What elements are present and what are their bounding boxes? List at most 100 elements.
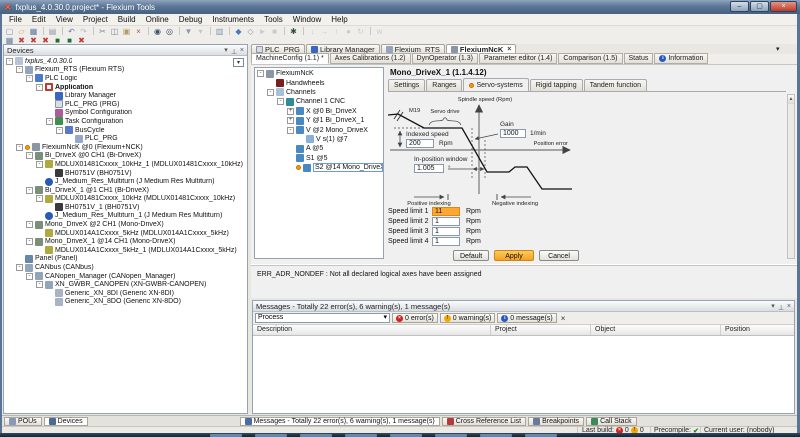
tree-item[interactable]: -PLC Logic — [4, 74, 247, 83]
tree-item[interactable]: S2 @14 Mono_DriveX_1 — [255, 163, 383, 172]
collapse-icon[interactable]: - — [26, 152, 33, 159]
find-next-icon[interactable]: ◎ — [164, 27, 175, 36]
view-tab-dynoperator-1-3-[interactable]: DynOperator (1.3) — [412, 53, 478, 64]
toggle-breakpoint-icon[interactable]: ● — [343, 27, 354, 36]
tree-item[interactable]: -MDLUX01481Cxxxx_10kHz (MDLUX01481Cxxxx_… — [4, 195, 247, 204]
close-button[interactable]: × — [770, 1, 797, 12]
collapse-icon[interactable]: - — [26, 273, 33, 280]
menu-edit[interactable]: Edit — [27, 15, 51, 24]
start-icon[interactable]: ► — [257, 27, 268, 36]
speed-limit-1-field[interactable]: 11 — [432, 207, 460, 216]
collapse-icon[interactable]: - — [287, 127, 294, 134]
tree-item[interactable]: Handwheels — [255, 78, 383, 87]
bottom-tab-pou[interactable]: POUs — [4, 417, 42, 426]
instruments-wrench-icon[interactable]: ✱ — [288, 27, 299, 36]
collapse-icon[interactable]: - — [6, 58, 13, 65]
collapse-icon[interactable]: - — [56, 127, 63, 134]
tree-item[interactable]: MDLUX014A1Cxxxx_5kHz_1 (MDLUX014A1Cxxxx_… — [4, 246, 247, 255]
in-position-window-field[interactable]: 1.005 — [414, 164, 444, 173]
build-options-icon[interactable]: ▾ — [195, 27, 206, 36]
collapse-icon[interactable]: - — [16, 144, 23, 151]
tree-item[interactable]: BH0751V_1 (BH0751V) — [4, 203, 247, 212]
bottom-tab-call-stack[interactable]: Call Stack — [586, 417, 637, 426]
collapse-icon[interactable]: - — [26, 221, 33, 228]
menu-online[interactable]: Online — [141, 15, 174, 24]
minimize-button[interactable]: – — [730, 1, 749, 12]
view-tab-information[interactable]: iInformation — [654, 53, 708, 64]
maximize-button[interactable]: ▢ — [750, 1, 769, 12]
bottom-tab-messages[interactable]: Messages - Totally 22 error(s), 6 warnin… — [240, 417, 440, 426]
tree-item[interactable]: -Channels — [255, 88, 383, 97]
bottom-tab-cross-reference[interactable]: Cross Reference List — [442, 417, 526, 426]
find-icon[interactable]: ◉ — [152, 27, 163, 36]
speed-limit-2-field[interactable]: 1 — [432, 217, 460, 226]
tree-item[interactable]: -BusCycle — [4, 126, 247, 135]
tree-item[interactable]: PLC_PRG — [4, 134, 247, 143]
scroll-up-icon[interactable]: ▲ — [788, 95, 794, 104]
column-position[interactable]: Position — [721, 325, 794, 335]
single-cycle-icon[interactable]: ↻ — [355, 27, 366, 36]
messages-list[interactable] — [253, 336, 794, 413]
menu-file[interactable]: File — [4, 15, 27, 24]
cut-icon[interactable]: ✂ — [97, 27, 108, 36]
menu-build[interactable]: Build — [113, 15, 141, 24]
redo-icon[interactable]: ↷ — [78, 27, 89, 36]
tree-item[interactable]: -CANopen_Manager (CANopen_Manager) — [4, 272, 247, 281]
tab-rigid-tapping[interactable]: Rigid tapping — [530, 79, 583, 91]
logout-icon[interactable]: ◇ — [245, 27, 256, 36]
tree-item[interactable]: V s(1) @7 — [255, 135, 383, 144]
tree-item[interactable]: Generic_XN_8DI (Generic XN-8DI) — [4, 289, 247, 298]
gain-field[interactable]: 1000 — [500, 129, 526, 138]
tab-settings[interactable]: Settings — [388, 79, 425, 91]
tree-item[interactable]: Generic_XN_8DO (Generic XN-8DO) — [4, 298, 247, 307]
tree-item[interactable]: Panel (Panel) — [4, 255, 247, 264]
tree-item[interactable]: Library Manager — [4, 91, 247, 100]
collapse-icon[interactable]: - — [36, 84, 43, 91]
delete-icon[interactable]: × — [133, 27, 144, 36]
collapse-icon[interactable]: - — [16, 66, 23, 73]
column-description[interactable]: Description — [253, 325, 491, 335]
tree-item[interactable]: -Bi_DriveX_1 @1 CH1 (Bi-DriveX) — [4, 186, 247, 195]
message-filter-button[interactable]: i0 message(s) — [497, 313, 556, 323]
tree-item[interactable]: S1 @5 — [255, 154, 383, 163]
undo-icon[interactable]: ↶ — [66, 27, 77, 36]
column-project[interactable]: Project — [491, 325, 591, 335]
apply-button[interactable]: Apply — [494, 250, 534, 261]
collapse-icon[interactable]: - — [277, 98, 284, 105]
collapse-icon[interactable]: - — [26, 238, 33, 245]
warning-filter-button[interactable]: !0 warning(s) — [440, 313, 496, 323]
pin-icon[interactable]: ⊤ — [231, 47, 237, 54]
new-project-icon[interactable]: ▢ — [4, 27, 15, 36]
content-scrollbar[interactable]: ▲ — [787, 94, 795, 259]
collapse-icon[interactable]: - — [36, 195, 43, 202]
collapse-icon[interactable]: - — [36, 161, 43, 168]
view-tab-parameter-editor-1-4-[interactable]: Parameter editor (1.4) — [479, 53, 557, 64]
tab-tandem-function[interactable]: Tandem function — [584, 79, 647, 91]
login-icon[interactable]: ◆ — [233, 27, 244, 36]
chevron-down-icon[interactable]: ▾ — [771, 303, 775, 310]
tree-item[interactable]: -FlexiumNcK @0 (Flexium+NCK) — [4, 143, 247, 152]
save-icon[interactable]: ▦ — [28, 27, 39, 36]
indexed-speed-field[interactable]: 200 — [406, 139, 434, 148]
tree-item[interactable]: -CANbus (CANbus) — [4, 263, 247, 272]
speed-limit-3-field[interactable]: 1 — [432, 227, 460, 236]
close-icon[interactable]: × — [787, 303, 791, 310]
step-out-icon[interactable]: ↑ — [331, 27, 342, 36]
tree-item[interactable]: +X @0 Bi_DriveX — [255, 107, 383, 116]
tree-item[interactable]: -Bi_DriveX @0 CH1 (Bi-DriveX) — [4, 152, 247, 161]
step-into-icon[interactable]: ↓ — [307, 27, 318, 36]
error-filter-button[interactable]: ×0 error(s) — [392, 313, 438, 323]
tab-overflow-icon[interactable]: ▾ — [776, 45, 780, 53]
device-catalog-icon[interactable]: ▥ — [214, 27, 225, 36]
collapse-icon[interactable]: - — [267, 89, 274, 96]
menu-help[interactable]: Help — [326, 15, 352, 24]
collapse-icon[interactable]: - — [26, 187, 33, 194]
menu-window[interactable]: Window — [288, 15, 326, 24]
open-project-icon[interactable]: ▱ — [16, 27, 27, 36]
tree-item[interactable]: J_Medium_Res_Multiturn (J Medium Res Mul… — [4, 177, 247, 186]
tree-item[interactable]: J_Medium_Res_Multiturn_1 (J Medium Res M… — [4, 212, 247, 221]
view-tab-comparison-1-5-[interactable]: Comparison (1.5) — [558, 53, 622, 64]
tree-item[interactable]: -Task Configuration — [4, 117, 247, 126]
tree-item[interactable]: -FlexiumNcK — [255, 69, 383, 78]
print-icon[interactable]: ▤ — [47, 27, 58, 36]
